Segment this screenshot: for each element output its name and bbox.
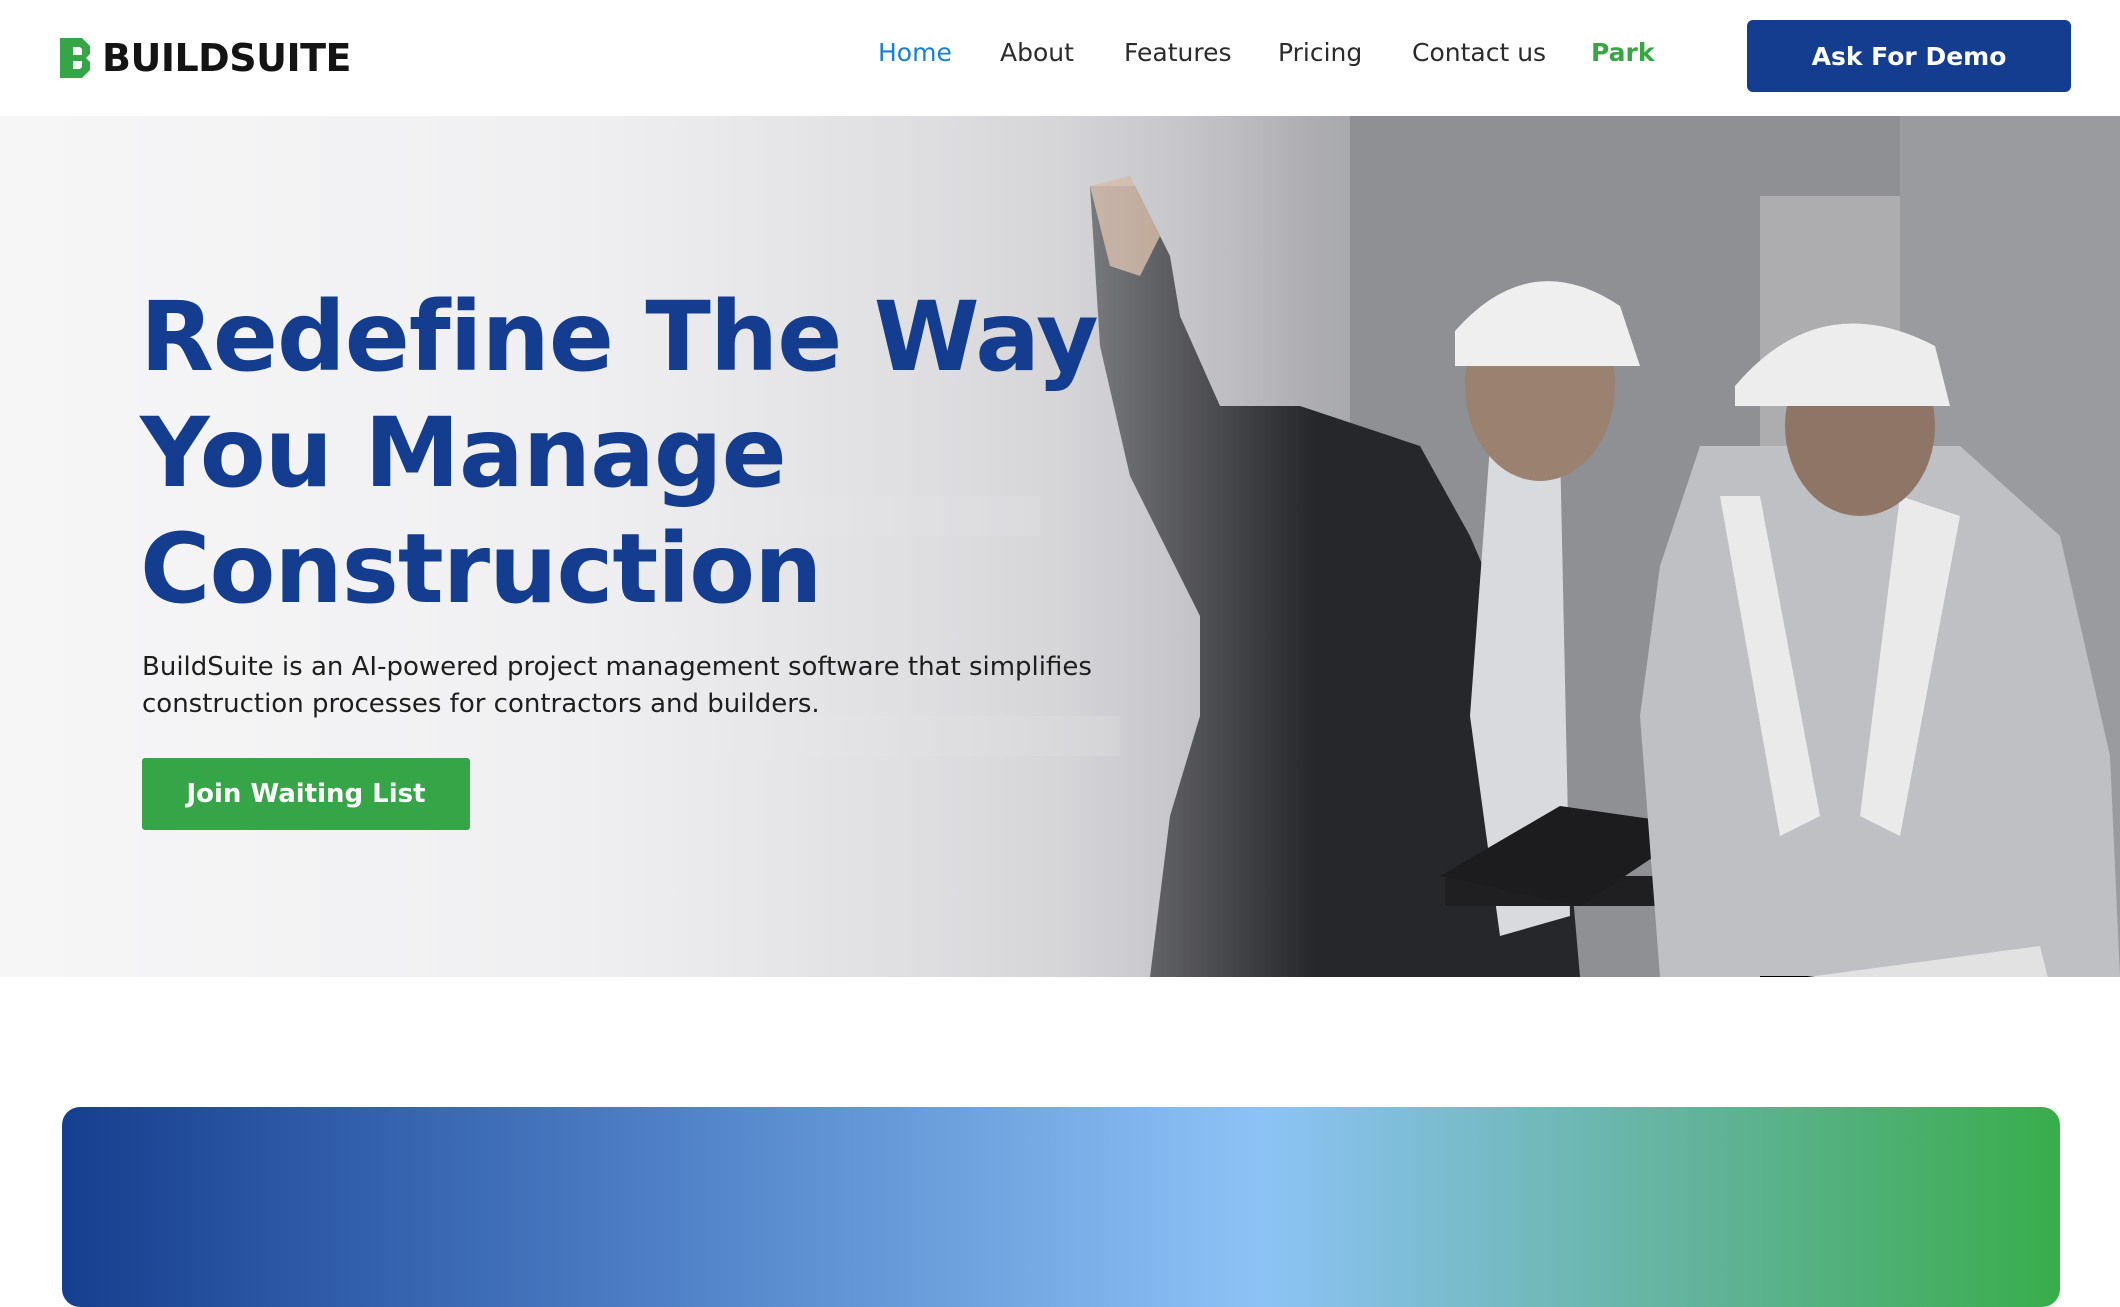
brand-name: BUILDSUITE <box>102 36 351 80</box>
hero-title: Redefine The Way You Manage Construction <box>140 279 1120 627</box>
buildsuite-logo-icon <box>60 38 90 78</box>
site-header: BUILDSUITE Home About Features Pricing C… <box>0 0 2120 116</box>
hero-title-line: Construction <box>140 513 822 625</box>
hero-title-line: You Manage <box>140 397 787 509</box>
nav-home[interactable]: Home <box>878 38 952 67</box>
hero-description: BuildSuite is an AI-powered project mana… <box>142 649 1192 723</box>
join-waiting-list-button[interactable]: Join Waiting List <box>142 758 470 830</box>
nav-contact-us[interactable]: Contact us <box>1412 38 1546 67</box>
nav-features[interactable]: Features <box>1124 38 1232 67</box>
hero-title-line: Redefine The Way <box>140 281 1099 393</box>
gradient-banner <box>62 1107 2060 1307</box>
hero-description-line: BuildSuite is an AI-powered project mana… <box>142 652 1092 682</box>
nav-about[interactable]: About <box>1000 38 1074 67</box>
hero-description-line: construction processes for contractors a… <box>142 689 820 719</box>
brand-logo[interactable]: BUILDSUITE <box>56 34 351 82</box>
nav-pricing[interactable]: Pricing <box>1278 38 1362 67</box>
ask-for-demo-button[interactable]: Ask For Demo <box>1747 20 2071 92</box>
nav-park[interactable]: Park <box>1591 38 1654 67</box>
hero-section: Redefine The Way You Manage Construction… <box>0 116 2120 977</box>
